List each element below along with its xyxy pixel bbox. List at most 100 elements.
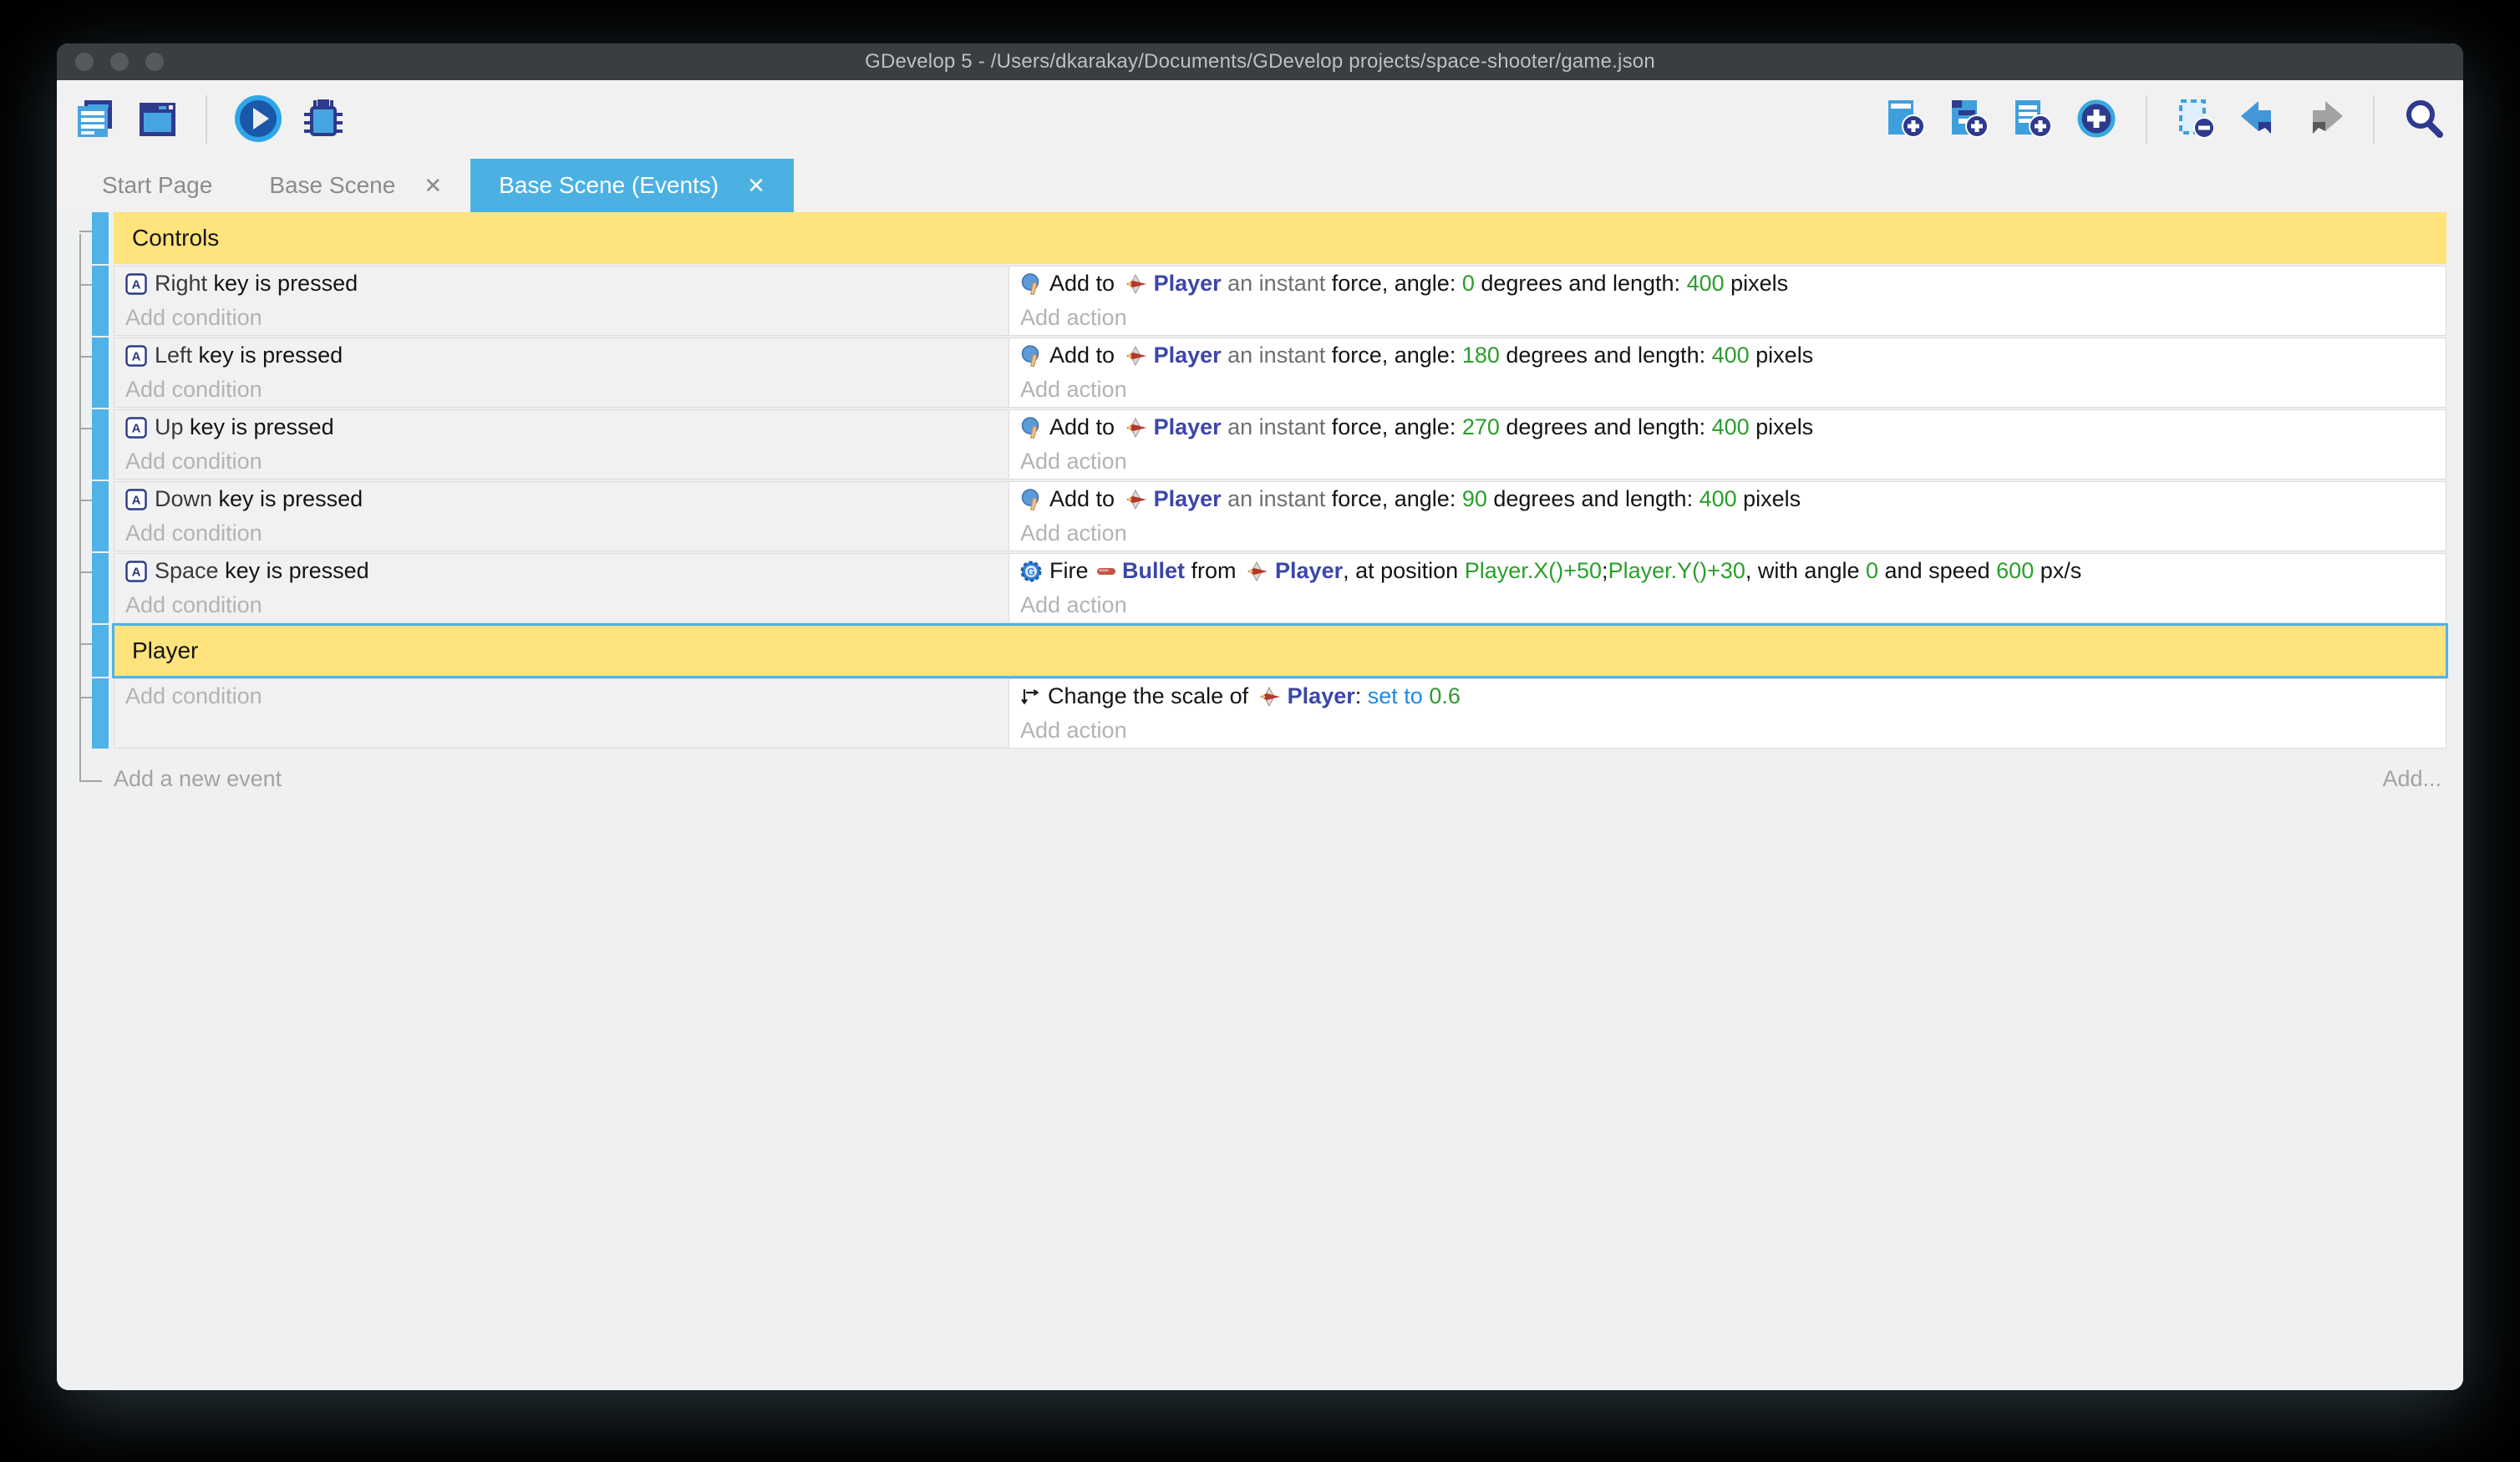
action-line[interactable]: Add to Player an instant force, angle: 1… xyxy=(1009,338,2446,373)
search-button[interactable] xyxy=(2398,93,2450,147)
action-line[interactable]: Add to Player an instant force, angle: 9… xyxy=(1009,482,2446,516)
traffic-lights xyxy=(75,43,164,80)
conditions-cell[interactable]: ASpace key is pressedAdd condition xyxy=(114,553,1009,623)
player-ship-icon xyxy=(1123,274,1148,294)
event-group-header[interactable]: Player xyxy=(114,625,2446,677)
event-row: AUp key is pressedAdd conditionAdd to Pl… xyxy=(92,409,2446,480)
zoom-window-button[interactable] xyxy=(145,53,164,71)
event-text-number: 400 xyxy=(1699,486,1737,512)
add-new-event-link[interactable]: Add a new event xyxy=(114,766,282,792)
event-text-gray: an instant xyxy=(1222,486,1332,512)
scene-editor-button[interactable] xyxy=(132,94,182,146)
debug-button[interactable] xyxy=(297,93,349,147)
actions-cell[interactable]: Add to Player an instant force, angle: 1… xyxy=(1009,338,2446,408)
add-other-button[interactable] xyxy=(2070,93,2122,147)
add-subevent-button[interactable] xyxy=(1943,93,1995,147)
add-condition-placeholder[interactable]: Add condition xyxy=(114,301,1009,335)
event-text-number: 270 xyxy=(1462,414,1500,440)
condition-line[interactable]: AUp key is pressed xyxy=(114,410,1009,444)
redo-button[interactable] xyxy=(2298,93,2350,147)
event-drag-bar[interactable] xyxy=(92,553,109,623)
condition-line[interactable]: ARight key is pressed xyxy=(114,267,1009,301)
event-text-text: degrees and length: xyxy=(1475,271,1687,297)
add-action-placeholder[interactable]: Add action xyxy=(1009,301,2446,335)
tab-close-icon[interactable]: ✕ xyxy=(424,175,442,196)
add-event-button[interactable] xyxy=(1880,93,1932,147)
add-condition-placeholder[interactable]: Add condition xyxy=(114,373,1009,407)
add-action-placeholder[interactable]: Add action xyxy=(1009,588,2446,622)
action-line[interactable]: Add to Player an instant force, angle: 0… xyxy=(1009,267,2446,301)
svg-text:A: A xyxy=(132,277,141,292)
event-text-number: 400 xyxy=(1687,271,1725,297)
event-drag-bar[interactable] xyxy=(92,266,109,336)
condition-line[interactable]: ALeft key is pressed xyxy=(114,338,1009,373)
add-condition-placeholder[interactable]: Add condition xyxy=(114,588,1009,622)
event-text-expr: Player.Y()+30 xyxy=(1608,558,1745,584)
close-window-button[interactable] xyxy=(75,53,94,71)
event-drag-bar[interactable] xyxy=(92,481,109,551)
player-ship-icon xyxy=(1123,418,1148,438)
add-action-placeholder[interactable]: Add action xyxy=(1009,713,2446,748)
project-manager-button[interactable] xyxy=(70,94,120,146)
actions-cell[interactable]: Add to Player an instant force, angle: 2… xyxy=(1009,409,2446,480)
event-group-label: Player xyxy=(132,637,198,664)
delete-selection-button[interactable] xyxy=(2171,93,2223,147)
tab-close-icon[interactable]: ✕ xyxy=(747,175,765,196)
event-row: Add conditionChange the scale of Player:… xyxy=(92,678,2446,749)
tab-base-scene[interactable]: Base Scene✕ xyxy=(241,159,470,212)
event-drag-bar[interactable] xyxy=(92,212,109,264)
add-ellipsis-link[interactable]: Add... xyxy=(2382,766,2441,792)
add-action-placeholder[interactable]: Add action xyxy=(1009,444,2446,479)
event-tree-tick xyxy=(79,284,92,286)
event-text-text: degrees and length: xyxy=(1500,414,1712,440)
add-action-placeholder[interactable]: Add action xyxy=(1009,516,2446,551)
play-button[interactable] xyxy=(231,91,286,149)
actions-cell[interactable]: Add to Player an instant force, angle: 0… xyxy=(1009,266,2446,336)
add-condition-placeholder[interactable]: Add condition xyxy=(114,516,1009,551)
conditions-cell[interactable]: AUp key is pressedAdd condition xyxy=(114,409,1009,480)
event-text-param: Space xyxy=(155,558,219,584)
undo-button[interactable] xyxy=(2234,93,2286,147)
conditions-cell[interactable]: ARight key is pressedAdd condition xyxy=(114,266,1009,336)
minimize-window-button[interactable] xyxy=(110,53,129,71)
event-text-text: px/s xyxy=(2034,558,2081,584)
event-drag-bar[interactable] xyxy=(92,625,109,677)
toolbar-divider xyxy=(2146,95,2147,144)
force-icon xyxy=(1020,273,1042,295)
action-line[interactable]: Add to Player an instant force, angle: 2… xyxy=(1009,410,2446,444)
tab-start-page[interactable]: Start Page xyxy=(74,159,241,212)
condition-line[interactable]: ADown key is pressed xyxy=(114,482,1009,516)
event-text-number: 0 xyxy=(1866,558,1878,584)
event-drag-bar[interactable] xyxy=(92,409,109,480)
event-text-param: Up xyxy=(155,414,184,440)
events-sheet: ControlsARight key is pressedAdd conditi… xyxy=(57,212,2463,1390)
events-footer: Add a new event Add... xyxy=(57,762,2463,795)
event-text-text: key is pressed xyxy=(184,414,334,440)
event-drag-bar[interactable] xyxy=(92,338,109,408)
action-line[interactable]: Change the scale of Player: set to 0.6 xyxy=(1009,679,2446,713)
event-text-text: Add to xyxy=(1049,271,1121,297)
event-text-number: 0.6 xyxy=(1429,683,1461,709)
add-action-placeholder[interactable]: Add action xyxy=(1009,373,2446,407)
add-condition-placeholder[interactable]: Add condition xyxy=(114,679,1009,713)
event-group-header[interactable]: Controls xyxy=(114,212,2446,264)
tab-base-scene-events[interactable]: Base Scene (Events)✕ xyxy=(470,159,794,212)
event-text-param: Down xyxy=(155,486,212,512)
condition-line[interactable]: ASpace key is pressed xyxy=(114,554,1009,588)
search-icon xyxy=(2401,96,2446,144)
actions-cell[interactable]: GFire Bullet from Player, at position Pl… xyxy=(1009,553,2446,623)
actions-cell[interactable]: Add to Player an instant force, angle: 9… xyxy=(1009,481,2446,551)
conditions-cell[interactable]: Add condition xyxy=(114,678,1009,749)
conditions-cell[interactable]: ALeft key is pressedAdd condition xyxy=(114,338,1009,408)
delete-selection-icon xyxy=(2174,96,2219,144)
event-drag-bar[interactable] xyxy=(92,678,109,749)
conditions-cell[interactable]: ADown key is pressedAdd condition xyxy=(114,481,1009,551)
add-condition-placeholder[interactable]: Add condition xyxy=(114,444,1009,479)
add-comment-button[interactable] xyxy=(2007,93,2059,147)
event-row: ARight key is pressedAdd conditionAdd to… xyxy=(92,266,2446,336)
actions-cell[interactable]: Change the scale of Player: set to 0.6Ad… xyxy=(1009,678,2446,749)
action-line[interactable]: GFire Bullet from Player, at position Pl… xyxy=(1009,554,2446,588)
event-tree-tick xyxy=(79,428,92,429)
event-text-blue: set to xyxy=(1368,683,1430,709)
event-group-row-player: Player xyxy=(92,625,2446,677)
